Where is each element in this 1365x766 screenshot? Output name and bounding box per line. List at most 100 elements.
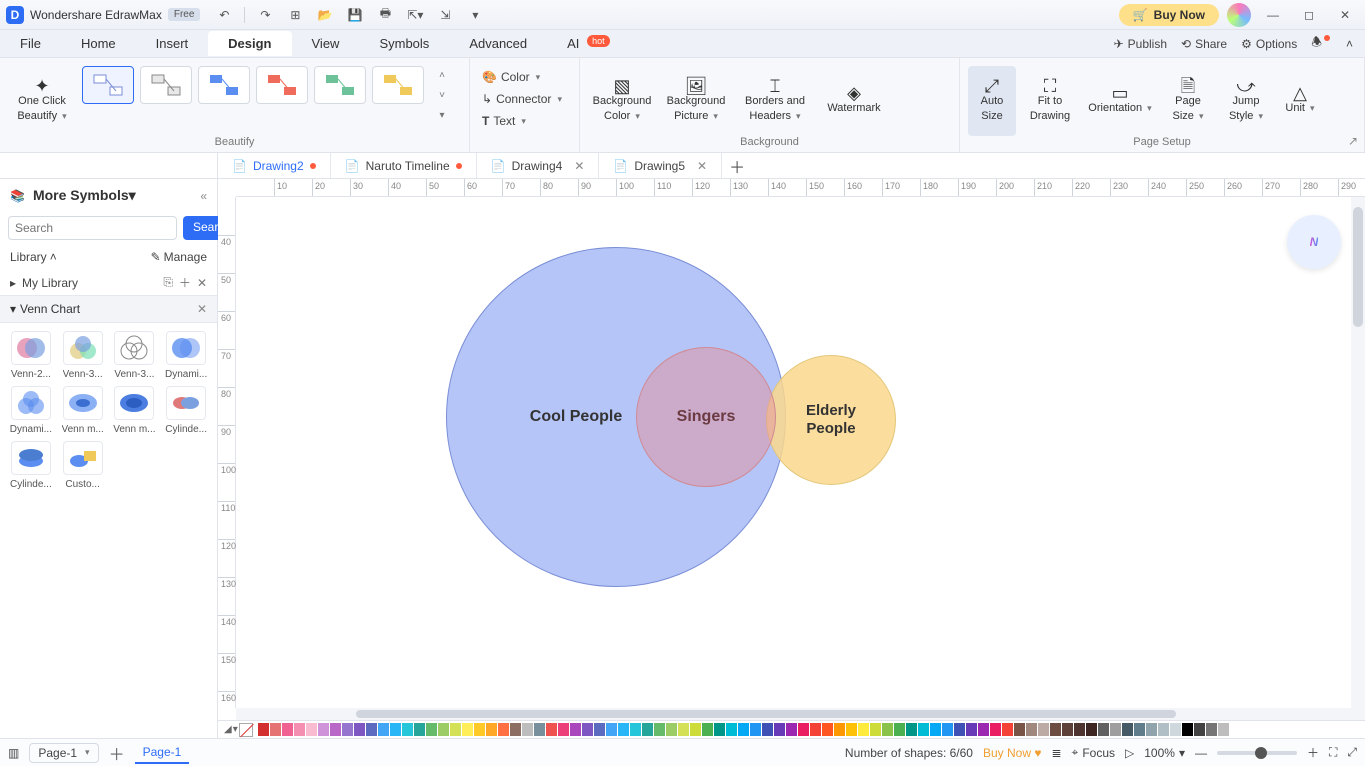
color-swatch[interactable] — [678, 723, 689, 736]
open-button[interactable]: 📂 — [315, 5, 335, 25]
color-swatch[interactable] — [450, 723, 461, 736]
one-click-beautify-button[interactable]: ✦ One Click Beautify ▾ — [8, 66, 76, 136]
fit-page-button[interactable]: ⛶ — [1329, 745, 1337, 760]
color-swatch[interactable] — [1014, 723, 1025, 736]
section-close-button[interactable]: ✕ — [197, 302, 207, 316]
style-down-button[interactable]: ˅ — [434, 86, 450, 104]
color-swatch[interactable] — [282, 723, 293, 736]
beautify-style-5[interactable] — [314, 66, 366, 104]
color-swatch[interactable] — [306, 723, 317, 736]
color-swatch[interactable] — [438, 723, 449, 736]
color-swatch[interactable] — [594, 723, 605, 736]
color-swatch[interactable] — [966, 723, 977, 736]
color-swatch[interactable] — [930, 723, 941, 736]
color-swatch[interactable] — [798, 723, 809, 736]
text-dropdown[interactable]: TText▾ — [478, 110, 530, 132]
color-swatch[interactable] — [1194, 723, 1205, 736]
menu-home[interactable]: Home — [61, 31, 136, 56]
menu-advanced[interactable]: Advanced — [449, 31, 547, 56]
color-swatch[interactable] — [1110, 723, 1121, 736]
add-icon[interactable]: ＋ — [179, 274, 191, 291]
color-swatch[interactable] — [1218, 723, 1229, 736]
connector-dropdown[interactable]: ↳Connector▾ — [478, 88, 566, 110]
color-swatch[interactable] — [762, 723, 773, 736]
doctab-drawing5[interactable]: 📄 Drawing5 ✕ — [599, 153, 722, 178]
remove-icon[interactable]: ✕ — [197, 276, 207, 290]
color-swatch[interactable] — [354, 723, 365, 736]
horizontal-scrollbar[interactable] — [236, 708, 1365, 720]
color-swatch[interactable] — [990, 723, 1001, 736]
shape-venn-2[interactable]: Venn-2... — [8, 331, 54, 380]
color-swatch[interactable] — [546, 723, 557, 736]
new-button[interactable]: ⊞ — [285, 5, 305, 25]
color-swatch[interactable] — [330, 723, 341, 736]
style-up-button[interactable]: ˄ — [434, 66, 450, 84]
export-button[interactable]: ⇱▾ — [405, 5, 425, 25]
doctab-drawing4[interactable]: 📄 Drawing4 ✕ — [477, 153, 600, 178]
shape-cylinder-b[interactable]: Cylinde... — [8, 441, 54, 490]
color-swatch[interactable] — [582, 723, 593, 736]
color-swatch[interactable] — [486, 723, 497, 736]
unit-button[interactable]: △ Unit ▾ — [1278, 66, 1322, 136]
ai-assistant-button[interactable]: N — [1287, 215, 1341, 269]
color-swatch[interactable] — [498, 723, 509, 736]
color-swatch[interactable] — [1002, 723, 1013, 736]
section-venn-chart[interactable]: ▾ Venn Chart ✕ — [0, 295, 217, 323]
menu-symbols[interactable]: Symbols — [359, 31, 449, 56]
add-page-button[interactable]: ＋ — [109, 741, 125, 765]
pages-icon[interactable]: ▥ — [8, 746, 19, 760]
color-swatch[interactable] — [942, 723, 953, 736]
redo-button[interactable]: ↷ — [255, 5, 275, 25]
color-swatch[interactable] — [846, 723, 857, 736]
jump-style-button[interactable]: ⤻ Jump Style ▾ — [1220, 66, 1272, 136]
new-tab-button[interactable]: ＋ — [722, 153, 752, 178]
zoom-level[interactable]: 100%▾ — [1144, 746, 1185, 760]
shape-venn-m-b[interactable]: Venn m... — [112, 386, 158, 435]
color-swatch[interactable] — [906, 723, 917, 736]
venn-elderly-people[interactable]: ElderlyPeople — [766, 355, 896, 485]
color-swatch[interactable] — [774, 723, 785, 736]
beautify-style-2[interactable] — [140, 66, 192, 104]
minimize-button[interactable]: — — [1259, 4, 1287, 26]
color-swatch[interactable] — [702, 723, 713, 736]
borders-headers-button[interactable]: ⌶ Borders and Headers ▾ — [736, 66, 814, 136]
color-swatch[interactable] — [318, 723, 329, 736]
color-swatch[interactable] — [378, 723, 389, 736]
background-color-button[interactable]: ▧ Background Color ▾ — [588, 66, 656, 136]
beautify-style-4[interactable] — [256, 66, 308, 104]
color-swatch[interactable] — [570, 723, 581, 736]
color-swatch[interactable] — [390, 723, 401, 736]
color-swatch[interactable] — [750, 723, 761, 736]
auto-size-button[interactable]: ⤢ Auto Size — [968, 66, 1016, 136]
color-swatch[interactable] — [1074, 723, 1085, 736]
color-swatch[interactable] — [870, 723, 881, 736]
color-swatch[interactable] — [1170, 723, 1181, 736]
share-button[interactable]: ⟲Share — [1181, 37, 1227, 51]
color-swatch[interactable] — [1098, 723, 1109, 736]
color-swatch[interactable] — [954, 723, 965, 736]
shape-venn-3b[interactable]: Venn-3... — [112, 331, 158, 380]
fit-to-drawing-button[interactable]: ⛶ Fit to Drawing — [1022, 66, 1078, 136]
color-swatch[interactable] — [1122, 723, 1133, 736]
no-fill-swatch[interactable] — [239, 723, 253, 737]
color-swatch[interactable] — [810, 723, 821, 736]
color-swatch[interactable] — [642, 723, 653, 736]
background-picture-button[interactable]: 🖼 Background Picture ▾ — [662, 66, 730, 136]
close-tab-icon[interactable]: ✕ — [697, 159, 707, 173]
options-button[interactable]: ⚙Options — [1241, 37, 1297, 51]
color-swatch[interactable] — [690, 723, 701, 736]
vscroll-thumb[interactable] — [1353, 207, 1363, 327]
chevron-right-icon[interactable]: ▸ — [10, 276, 16, 290]
color-swatch[interactable] — [978, 723, 989, 736]
focus-button[interactable]: ⌖Focus — [1072, 745, 1115, 760]
color-swatch[interactable] — [534, 723, 545, 736]
fill-tool-button[interactable]: ◢▾ — [224, 724, 238, 735]
import-button[interactable]: ⇲ — [435, 5, 455, 25]
style-more-button[interactable]: ▾ — [434, 106, 450, 124]
pin-icon[interactable]: ⎘ — [163, 275, 173, 290]
save-button[interactable]: 💾 — [345, 5, 365, 25]
color-swatch[interactable] — [1206, 723, 1217, 736]
venn-singers[interactable]: Singers — [636, 347, 776, 487]
hscroll-thumb[interactable] — [356, 710, 1176, 718]
more-symbols-label[interactable]: More Symbols▾ — [33, 187, 136, 204]
